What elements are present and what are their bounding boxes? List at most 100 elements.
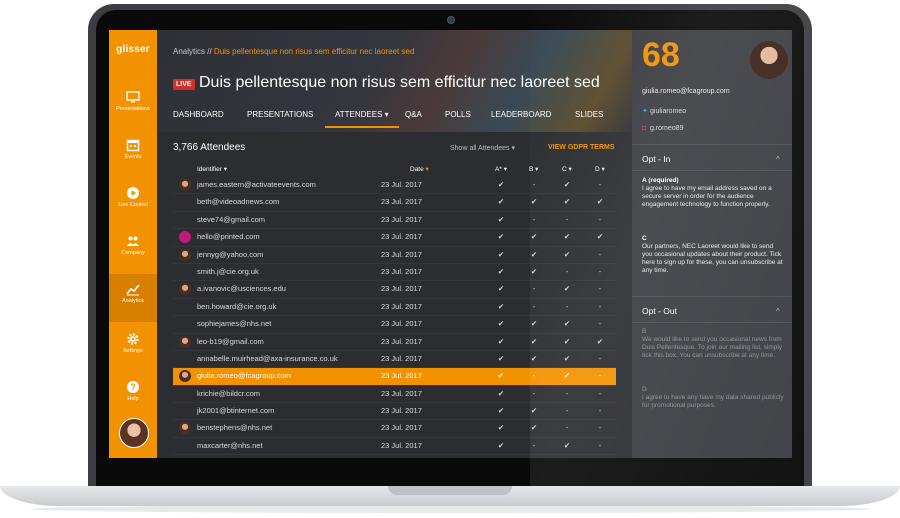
table-row[interactable]: leo-b19@gmail.com 23 Jul. 2017 ✔ ✔ ✔ ✔ [173,334,616,351]
attendee-identifier[interactable]: james.eastern@activateevents.com [197,180,316,189]
attendee-identifier[interactable]: krichie@bildcr.com [197,389,260,398]
opt-out-title[interactable]: Opt - Out [642,306,677,316]
attendee-identifier[interactable]: jk2001@btinternet.com [197,406,274,415]
attendee-identifier[interactable]: giulia.romeo@fcagroup.com [197,371,291,380]
glisser-logo[interactable]: glisser [109,44,157,55]
tab-presentations[interactable]: PRESENTATIONS [237,108,323,126]
tab-slides[interactable]: SLIDES [565,108,613,126]
table-row[interactable]: a.ivanovic@usciences.edu 23 Jul. 2017 ✔ - ✔ - [173,281,616,299]
chevron-up-icon[interactable]: ^ [776,155,780,164]
sidebar-item-live-control[interactable]: Live Control [109,186,157,232]
consent-b: ✔ [530,319,538,329]
tab-attendees[interactable]: ATTENDEES ▾ [325,108,399,128]
consent-a: ✔ [497,214,505,224]
chevron-up-icon[interactable]: ^ [776,307,780,316]
breadcrumb-root[interactable]: Analytics // [173,47,212,56]
consent-d: - [598,266,602,276]
attendee-identifier[interactable]: benstephens@nhs.net [197,423,272,432]
table-row[interactable]: steve74@gmail.com 23 Jul. 2017 ✔ - - - [173,212,616,230]
tab-qa[interactable]: Q&A [395,108,432,126]
consent-b: ✔ [530,197,538,207]
sort-icon: ▾ [568,166,572,173]
column-header-c[interactable]: C ▾ [562,165,572,173]
divider [632,322,792,323]
attendee-identifier[interactable]: smith.j@cie.org.uk [197,267,259,276]
column-header-d[interactable]: D ▾ [595,165,605,173]
avatar [179,335,191,348]
attendee-date: 23 Jul. 2017 [381,319,422,329]
instagram-handle[interactable]: ◘ g.romeo89 [642,125,683,132]
laptop-shadow [30,505,870,513]
column-header-date[interactable]: Date ▾ [410,165,429,173]
table-row[interactable]: james.eastern@activateevents.com 23 Jul. … [173,177,616,195]
column-header-b[interactable]: B ▾ [529,165,538,173]
user-avatar[interactable] [119,418,149,448]
table-row[interactable]: smith.j@cie.org.uk 23 Jul. 2017 ✔ ✔ - - [173,264,616,282]
table-row[interactable]: sophiejames@nhs.net 23 Jul. 2017 ✔ ✔ ✔ - [173,316,616,334]
attendee-identifier[interactable]: jennyg@yahoo.com [197,250,263,259]
table-row[interactable]: jk2001@btinternet.com 23 Jul. 2017 ✔ ✔ - - [173,403,616,421]
consent-b: ✔ [530,336,538,346]
view-gdpr-terms-link[interactable]: VIEW GDPR TERMS [548,144,615,151]
table-row[interactable]: hello@printed.com 23 Jul. 2017 ✔ ✔ ✔ ✔ [173,229,616,247]
consent-d: - [598,440,602,450]
avatar [179,179,191,191]
play-icon [127,187,139,199]
attendee-identifier[interactable]: leo-b19@gmail.com [197,337,264,346]
help-icon: ? [127,381,139,393]
consent-c: - [565,388,569,398]
tab-polls[interactable]: POLLS [435,108,481,126]
page-title: Duis pellentesque non risus sem efficitu… [199,74,600,91]
consent-d: - [598,284,602,294]
sidebar-item-presentations[interactable]: Presentations [109,90,157,136]
tab-leaderboard[interactable]: LEADERBOARD [481,108,561,126]
sidebar-item-settings[interactable]: Settings [109,332,157,378]
attendee-identifier[interactable]: maxcarter@nhs.net [197,441,263,450]
consent-b: - [532,440,536,450]
consent-b: ✔ [530,353,538,363]
consent-c: - [565,301,569,311]
consent-a: ✔ [497,440,505,450]
attendee-avatar [750,41,788,79]
consent-b: - [532,180,536,189]
table-row[interactable]: krichie@bildcr.com 23 Jul. 2017 ✔ - - - [173,386,616,404]
consent-a: ✔ [497,353,505,363]
consent-d: - [598,423,602,433]
consent-c: ✔ [563,353,571,363]
header-banner: Analytics // Duis pellentesque non risus… [157,30,632,132]
consent-b: - [532,214,536,224]
column-header-identifier[interactable]: Identifier ▾ [197,165,227,173]
attendee-identifier[interactable]: annabelle.muirhead@axa-insurance.co.uk [197,354,338,363]
attendee-filter-dropdown[interactable]: Show all Attendees ▾ [450,144,515,152]
sort-icon: ▾ [535,166,539,173]
table-row[interactable]: giulia.romeo@fcagroup.com 23 Jul. 2017 ✔ - ✔… [173,368,616,386]
attendee-identifier[interactable]: steve74@gmail.com [197,215,265,224]
table-row[interactable]: maxcarter@nhs.net 23 Jul. 2017 ✔ - ✔ - [173,438,616,456]
table-row[interactable]: ben.howard@cie.org.uk 23 Jul. 2017 ✔ - - - [173,299,616,317]
consent-d: - [598,319,602,329]
tab-dashboard[interactable]: DASHBOARD [163,108,234,126]
consent-a: ✔ [497,180,505,189]
attendee-identifier[interactable]: ben.howard@cie.org.uk [197,302,276,311]
avatar [179,231,191,244]
table-row[interactable]: annabelle.muirhead@axa-insurance.co.uk 23… [173,351,616,369]
table-row[interactable]: beth@videoadnews.com 23 Jul. 2017 ✔ ✔ ✔ ✔ [173,194,616,212]
attendee-identifier[interactable]: hello@printed.com [197,232,260,241]
attendee-identifier[interactable]: beth@videoadnews.com [197,197,279,206]
table-row[interactable]: benstephens@nhs.net 23 Jul. 2017 ✔ ✔ - - [173,420,616,438]
opt-in-title[interactable]: Opt - In [642,154,670,164]
consent-b: - [532,301,536,311]
consent-a: ✔ [497,371,505,381]
twitter-handle[interactable]: ✦ giuliaromeo [642,107,686,115]
divider [632,296,792,297]
attendee-identifier[interactable]: a.ivanovic@usciences.edu [197,284,286,293]
instagram-icon: ◘ [642,125,647,132]
sidebar: glisser Presentations Events Live Contro… [109,30,157,458]
sidebar-item-events[interactable]: Events [109,138,157,184]
consent-a: ✔ [497,197,505,207]
attendee-identifier[interactable]: sophiejames@nhs.net [197,319,271,328]
sidebar-item-analytics[interactable]: Analytics [109,274,157,322]
column-header-a[interactable]: A* ▾ [495,165,507,173]
table-row[interactable]: jennyg@yahoo.com 23 Jul. 2017 ✔ ✔ ✔ - [173,247,616,264]
avatar [179,370,191,383]
